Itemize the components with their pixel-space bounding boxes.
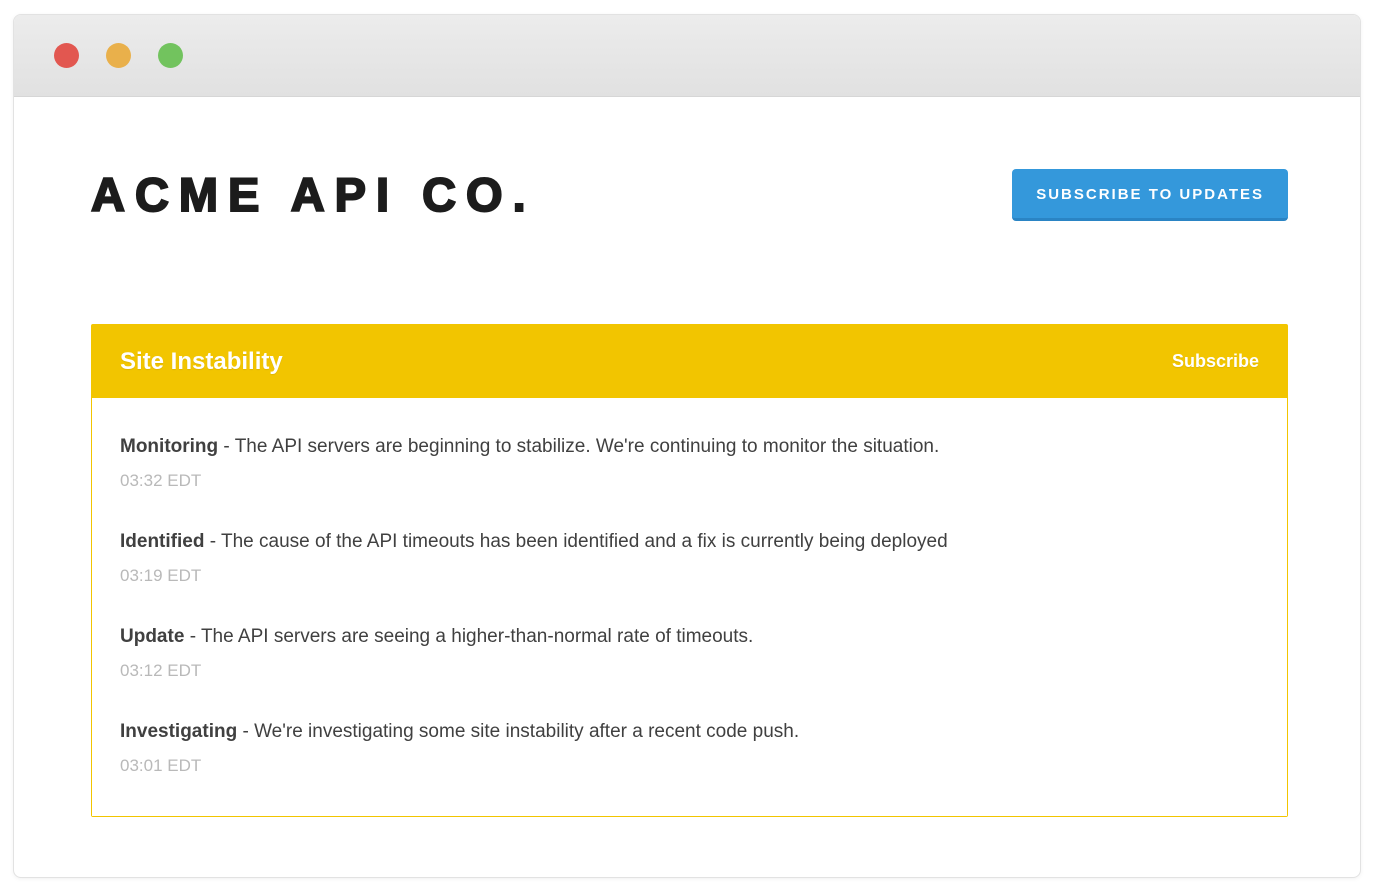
browser-window: ACME API CO. SUBSCRIBE TO UPDATES Site I… — [13, 14, 1361, 878]
update-message: The API servers are seeing a higher-than… — [201, 626, 753, 647]
update-separator: - — [223, 436, 229, 457]
zoom-window-icon[interactable] — [158, 43, 183, 68]
update-message-line: Monitoring - The API servers are beginni… — [120, 434, 1259, 460]
update-timestamp: 03:01 EDT — [120, 756, 1259, 776]
update-status: Update — [120, 626, 184, 647]
update-separator: - — [242, 721, 248, 742]
subscribe-to-updates-button[interactable]: SUBSCRIBE TO UPDATES — [1012, 169, 1288, 221]
incident-card: Site Instability Subscribe Monitoring - … — [91, 324, 1288, 817]
update-timestamp: 03:12 EDT — [120, 661, 1259, 681]
update-timestamp: 03:19 EDT — [120, 566, 1259, 586]
incident-update: Update - The API servers are seeing a hi… — [120, 624, 1259, 681]
company-logo: ACME API CO. — [91, 167, 536, 222]
masthead: ACME API CO. SUBSCRIBE TO UPDATES — [91, 167, 1288, 222]
minimize-window-icon[interactable] — [106, 43, 131, 68]
update-message: We're investigating some site instabilit… — [254, 721, 799, 742]
update-status: Identified — [120, 531, 204, 552]
incident-subscribe-link[interactable]: Subscribe — [1172, 351, 1259, 372]
page-content: ACME API CO. SUBSCRIBE TO UPDATES Site I… — [14, 97, 1360, 817]
update-status: Investigating — [120, 721, 237, 742]
update-separator: - — [210, 531, 216, 552]
update-message: The cause of the API timeouts has been i… — [221, 531, 948, 552]
update-status: Monitoring — [120, 436, 218, 457]
incident-title: Site Instability — [120, 348, 283, 376]
window-titlebar — [14, 15, 1360, 97]
incident-header: Site Instability Subscribe — [92, 325, 1287, 398]
update-timestamp: 03:32 EDT — [120, 471, 1259, 491]
incident-update: Investigating - We're investigating some… — [120, 719, 1259, 776]
update-message-line: Investigating - We're investigating some… — [120, 719, 1259, 745]
update-message: The API servers are beginning to stabili… — [235, 436, 940, 457]
incident-updates-list: Monitoring - The API servers are beginni… — [92, 398, 1287, 816]
update-separator: - — [190, 626, 196, 647]
close-window-icon[interactable] — [54, 43, 79, 68]
incident-update: Identified - The cause of the API timeou… — [120, 529, 1259, 586]
update-message-line: Identified - The cause of the API timeou… — [120, 529, 1259, 555]
incident-update: Monitoring - The API servers are beginni… — [120, 434, 1259, 491]
update-message-line: Update - The API servers are seeing a hi… — [120, 624, 1259, 650]
